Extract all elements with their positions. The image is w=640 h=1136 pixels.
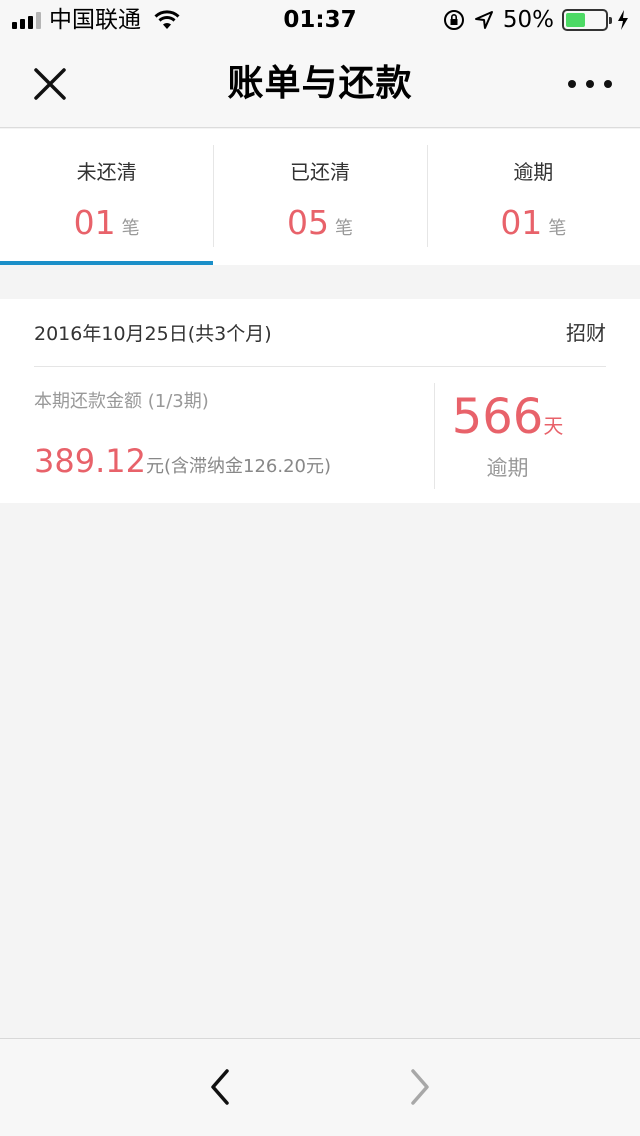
tab-count: 05 笔 [213,203,426,249]
battery-icon [562,9,612,31]
active-tab-indicator [0,261,214,265]
overdue-days: 566 [451,389,544,445]
amount-value: 389.12 [34,442,146,480]
tab-label: 逾期 [513,160,554,184]
amount-line: 389.12元(含滞纳金126.20元) [34,441,331,487]
back-arrow-icon[interactable] [200,1067,240,1107]
tab-count: 01 笔 [427,203,640,249]
overdue-unit: 天 [543,414,564,438]
tab-paid[interactable]: 已还清 05 笔 [213,129,426,265]
bill-status-tabs: 未还清 01 笔 已还清 05 笔 逾期 01 笔 [0,129,640,265]
tab-overdue[interactable]: 逾期 01 笔 [426,129,640,265]
tab-count: 01 笔 [0,203,213,249]
bottom-toolbar [0,1038,640,1136]
amount-label: 本期还款金额 (1/3期) [34,391,209,412]
bill-card[interactable]: 2016年10月25日(共3个月) 招财 本期还款金额 (1/3期) 389.1… [0,299,640,503]
forward-arrow-icon[interactable] [400,1067,440,1107]
location-icon [474,11,493,29]
tab-count-number: 01 [73,203,116,242]
nav-bar: 账单与还款 [0,40,640,128]
amount-note: 元(含滞纳金126.20元) [145,456,331,477]
battery-fill [566,13,585,27]
tab-count-number: 01 [500,203,543,242]
bill-date: 2016年10月25日(共3个月) [34,323,272,345]
tab-count-unit: 笔 [334,218,353,239]
tab-label: 未还清 [76,160,137,184]
bill-card-header: 2016年10月25日(共3个月) 招财 [34,299,606,367]
tab-count-unit: 笔 [121,218,140,239]
overdue-days-line: 566天 [405,389,610,456]
overdue-box: 566天 逾期 [435,367,640,503]
status-bar: 中国联通 01:37 50% [0,0,640,40]
bill-lender: 招财 [566,321,606,345]
battery-percent: 50% [502,7,554,33]
tab-unpaid[interactable]: 未还清 01 笔 [0,129,214,265]
tab-count-unit: 笔 [548,218,567,239]
status-right: 50% [443,8,630,32]
charging-icon [618,10,628,30]
tab-count-number: 05 [286,203,329,242]
overdue-label: 逾期 [486,456,529,480]
page-title: 账单与还款 [227,63,413,104]
bill-card-body: 本期还款金额 (1/3期) 389.12元(含滞纳金126.20元) 566天 … [34,367,640,503]
tab-label: 已还清 [289,160,350,184]
more-icon[interactable] [568,68,612,100]
rotation-lock-icon [443,10,464,30]
